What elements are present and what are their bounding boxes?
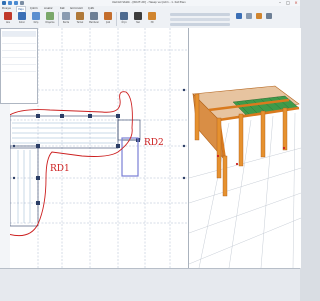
annotation-rd1: RD1 <box>50 164 70 174</box>
undo-icon[interactable] <box>8 1 12 5</box>
ribbon-group-strip <box>170 18 230 21</box>
columns <box>36 114 140 205</box>
annotation-loop <box>10 91 133 237</box>
redo-icon[interactable] <box>14 1 18 5</box>
foundation-tool-icon[interactable] <box>76 12 84 20</box>
layer-icon[interactable] <box>246 13 252 19</box>
dimension-markers <box>12 88 186 180</box>
3d-view[interactable] <box>188 28 301 268</box>
print-icon[interactable] <box>20 1 24 5</box>
stair-tool-label: Merdiven <box>88 21 100 24</box>
axis-tool-icon[interactable] <box>4 12 12 20</box>
ribbon-separator <box>116 12 117 26</box>
text-tool-label: Yazı <box>135 21 141 24</box>
beam-outline <box>10 115 141 227</box>
foundation-tool-label: Temel <box>76 21 84 24</box>
text-tool-icon[interactable] <box>134 12 142 20</box>
column-tool-label: Kolon <box>19 21 25 24</box>
roof-tool-icon[interactable] <box>104 12 112 20</box>
annotation-rd2: RD2 <box>144 138 164 148</box>
tab-cizim[interactable]: Çizim <box>30 6 38 11</box>
tab-kat[interactable]: Kat <box>60 6 65 11</box>
panel-row[interactable] <box>2 45 36 51</box>
render-icon[interactable] <box>256 13 262 19</box>
tab-gorunum[interactable]: Görünüm <box>70 6 83 11</box>
column-tool-icon[interactable] <box>18 12 26 20</box>
axis-tool-label: Aks <box>6 21 10 24</box>
help-icon[interactable] <box>266 13 272 19</box>
panel-header <box>2 31 36 37</box>
ribbon-tabs: Dosya Yapı Çizim Analiz Kat Görünüm Çıkt… <box>0 6 300 12</box>
ribbon-separator <box>58 12 59 26</box>
view3d-tool-label: 3D <box>150 21 154 24</box>
save-icon[interactable] <box>2 1 6 5</box>
tab-dosya[interactable]: Dosya <box>2 6 11 11</box>
beam-tool-label: Kiriş <box>33 21 39 24</box>
panel-row[interactable] <box>2 52 36 58</box>
3d-drawing <box>189 85 301 268</box>
beam-tool-icon[interactable] <box>32 12 40 20</box>
slab-tool-label: Döşeme <box>45 21 55 24</box>
tab-analiz[interactable]: Analiz <box>44 6 52 11</box>
stair-tool-icon[interactable] <box>90 12 98 20</box>
settings-icon[interactable] <box>236 13 242 19</box>
ribbon-group-strip <box>170 13 230 16</box>
view3d-tool-icon[interactable] <box>148 12 156 20</box>
tab-cikti[interactable]: Çıktı <box>88 6 94 11</box>
property-panel[interactable] <box>0 28 38 104</box>
highlight-column-rd2 <box>121 137 139 177</box>
wall-tool-label: Perde <box>62 21 70 24</box>
slab-tool-icon[interactable] <box>46 12 54 20</box>
window-title: IdeCAD Statik - [RD2F-2D] - Hesap ve Çiz… <box>112 1 186 4</box>
roof-tool-label: Çatı <box>105 21 111 24</box>
dimension-tool-label: Ölçü <box>121 21 127 24</box>
status-bar <box>0 268 300 301</box>
dimension-tool-icon[interactable] <box>120 12 128 20</box>
panel-row[interactable] <box>2 66 36 72</box>
ribbon-group-strip <box>170 23 230 26</box>
wall-tool-icon[interactable] <box>62 12 70 20</box>
panel-row[interactable] <box>2 59 36 65</box>
panel-row[interactable] <box>2 38 36 44</box>
